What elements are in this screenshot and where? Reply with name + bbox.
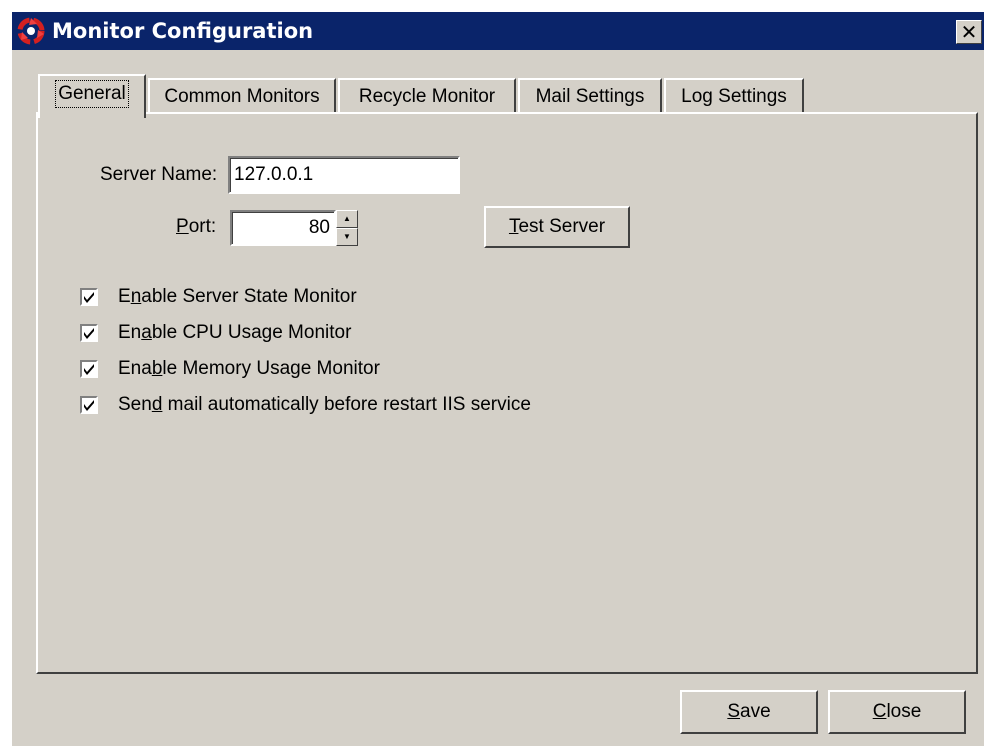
checkbox-label-server-state: Enable Server State Monitor <box>118 286 357 307</box>
checkbox-label-send-mail: Send mail automatically before restart I… <box>118 394 531 415</box>
tab-recycle-monitor-label: Recycle Monitor <box>358 86 496 107</box>
server-name-value: 127.0.0.1 <box>234 164 314 185</box>
checkbox-row-cpu-usage[interactable]: Enable CPU Usage Monitor <box>80 320 351 346</box>
close-button[interactable]: Close <box>828 690 966 734</box>
tab-log-settings-label: Log Settings <box>681 86 787 107</box>
save-label: Save <box>727 701 771 722</box>
check-icon <box>84 292 94 303</box>
spin-up-button[interactable]: ▲ <box>336 210 358 228</box>
check-icon <box>84 400 94 411</box>
checkbox-send-mail[interactable] <box>80 396 98 414</box>
port-label-accesskey: P <box>176 216 189 237</box>
spin-down-button[interactable]: ▼ <box>336 228 358 246</box>
port-label-rest: ort: <box>188 216 217 237</box>
tab-log-settings[interactable]: Log Settings <box>664 78 804 114</box>
test-server-label: Test Server <box>508 216 606 237</box>
checkbox-label-memory-usage: Enable Memory Usage Monitor <box>118 358 380 379</box>
app-recycle-icon <box>17 17 45 45</box>
port-input[interactable]: 80 <box>230 210 336 246</box>
arrow-up-icon: ▲ <box>343 214 351 223</box>
close-label: Close <box>872 701 922 722</box>
window-title: Monitor Configuration <box>52 19 314 43</box>
monitor-configuration-window: Monitor Configuration ✕ General Common M… <box>10 10 984 746</box>
close-window-button[interactable]: ✕ <box>956 20 982 44</box>
test-server-button[interactable]: Test Server <box>484 206 630 248</box>
server-name-label: Server Name: <box>100 164 218 185</box>
checkbox-memory-usage[interactable] <box>80 360 98 378</box>
checkbox-label-cpu-usage: Enable CPU Usage Monitor <box>118 322 352 343</box>
tab-mail-settings[interactable]: Mail Settings <box>518 78 662 114</box>
port-spinner[interactable]: ▲ ▼ <box>336 210 358 246</box>
checkbox-cpu-usage[interactable] <box>80 324 98 342</box>
tab-general[interactable]: General <box>38 74 146 118</box>
check-icon <box>84 364 94 375</box>
tab-mail-settings-label: Mail Settings <box>535 86 645 107</box>
save-button[interactable]: Save <box>680 690 818 734</box>
arrow-down-icon: ▼ <box>343 232 351 241</box>
checkbox-row-send-mail[interactable]: Send mail automatically before restart I… <box>80 392 531 418</box>
server-name-input[interactable]: 127.0.0.1 <box>228 156 460 194</box>
port-value: 80 <box>308 217 330 238</box>
checkbox-row-memory-usage[interactable]: Enable Memory Usage Monitor <box>80 356 380 382</box>
tab-common-monitors-label: Common Monitors <box>164 86 320 107</box>
tab-recycle-monitor[interactable]: Recycle Monitor <box>338 78 516 114</box>
general-tab-panel: Server Name: 127.0.0.1 Port: 80 ▲ ▼ Test… <box>36 112 978 674</box>
tab-common-monitors[interactable]: Common Monitors <box>148 78 336 114</box>
title-bar[interactable]: Monitor Configuration ✕ <box>12 12 984 50</box>
tab-general-label: General <box>55 80 129 108</box>
close-icon: ✕ <box>960 20 978 44</box>
check-icon <box>84 328 94 339</box>
checkbox-row-server-state[interactable]: Enable Server State Monitor <box>80 284 357 310</box>
port-label: Port: <box>176 216 216 238</box>
checkbox-server-state[interactable] <box>80 288 98 306</box>
